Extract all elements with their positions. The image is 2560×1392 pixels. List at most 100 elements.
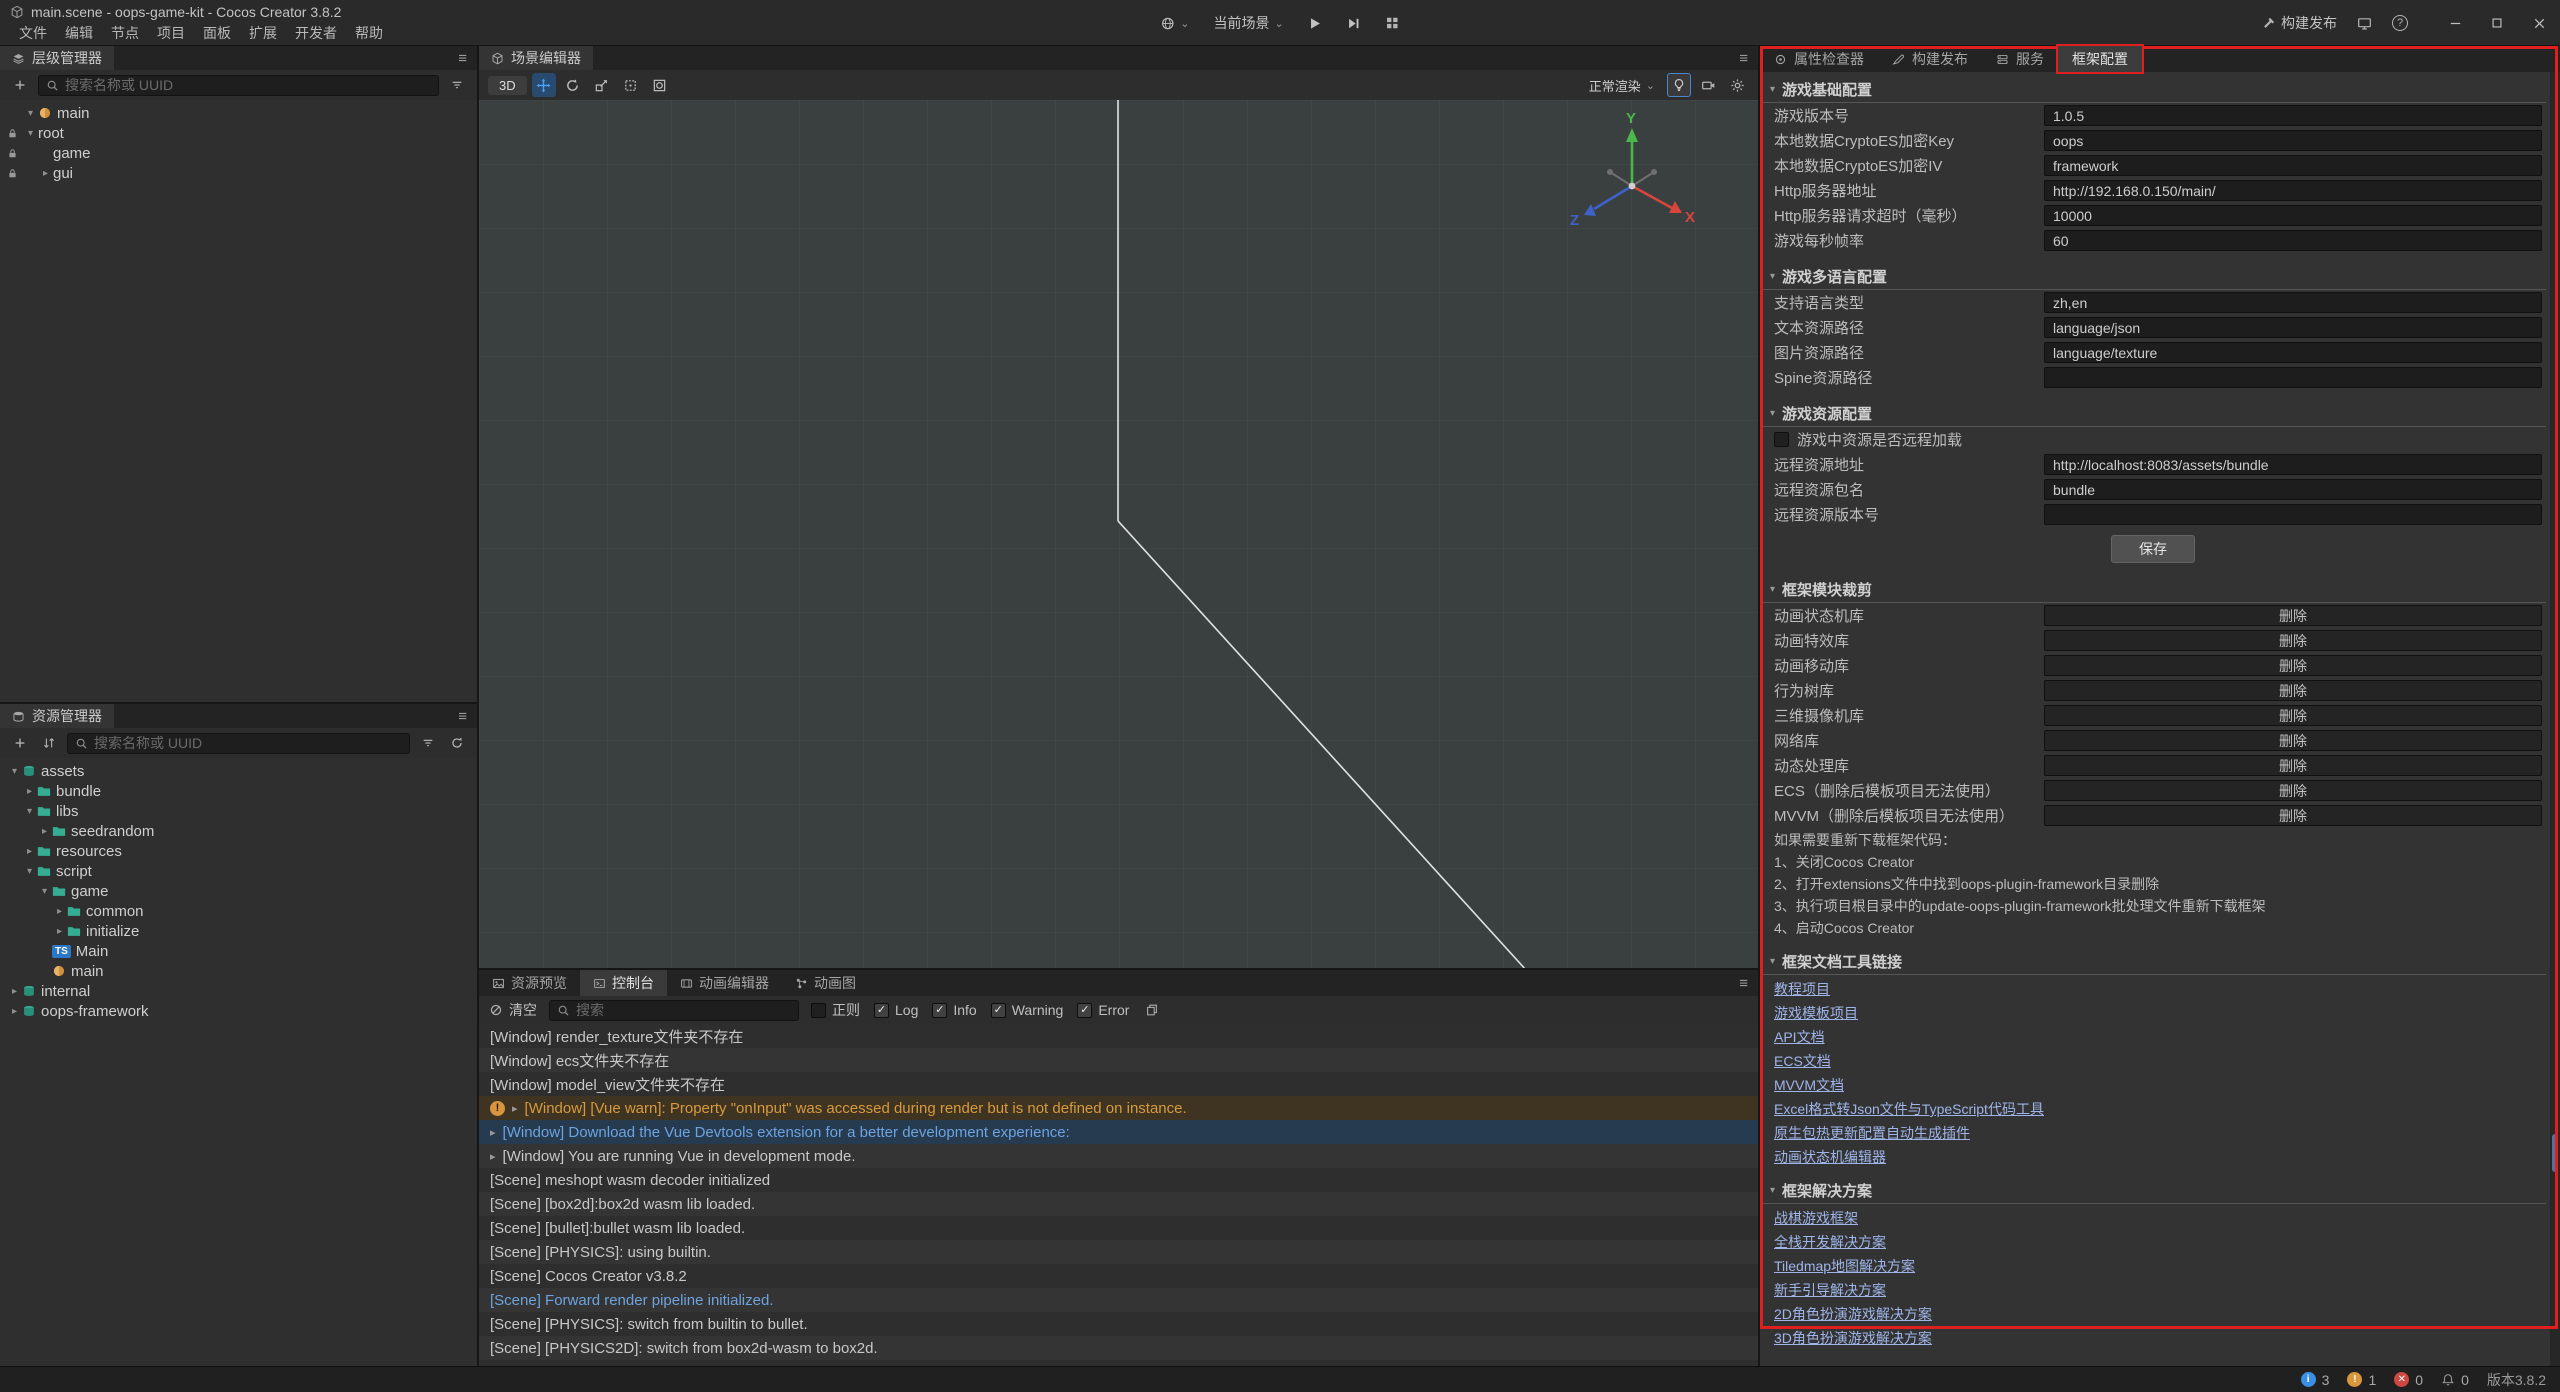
doc-link[interactable]: Excel格式转Json文件与TypeScript代码工具 [1760,1095,2546,1119]
tree-expand-arrow-icon[interactable]: ▾ [37,886,52,897]
property-input[interactable] [2044,205,2542,226]
tree-expand-arrow-icon[interactable]: ▸ [22,786,37,797]
log-row[interactable]: [Scene] Forward render pipeline initiali… [479,1288,1758,1312]
dimension-toggle-button[interactable]: 3D [488,76,527,95]
expand-arrow-icon[interactable]: ▸ [512,1102,518,1115]
inspector-tab[interactable]: 框架配置 [2058,46,2142,72]
filter-icon[interactable] [446,74,468,96]
section-header[interactable]: ▾框架模块裁剪 [1760,577,2546,603]
log-row[interactable]: [Window] render_texture文件夹不存在 [479,1024,1758,1048]
panel-menu-icon[interactable]: ≡ [1729,46,1758,70]
assets-search-input[interactable] [94,735,402,751]
play-button[interactable] [1302,13,1329,34]
scrollbar-thumb[interactable] [2552,1134,2558,1172]
minimize-button[interactable] [2434,0,2476,46]
tree-row[interactable]: game [0,143,477,163]
copy-log-icon[interactable] [1141,999,1163,1021]
preview-window-button[interactable] [2351,13,2378,34]
property-input[interactable] [2044,130,2542,151]
doc-link[interactable]: Tiledmap地图解决方案 [1760,1252,2546,1276]
move-tool-button[interactable] [532,73,556,97]
layout-grid-button[interactable] [1380,13,1406,33]
log-row[interactable]: [Scene] Cocos Creator v3.8.2 [479,1264,1758,1288]
scene-camera-button[interactable] [1696,73,1720,97]
tree-expand-arrow-icon[interactable]: ▸ [38,168,53,179]
refresh-icon[interactable] [446,732,468,754]
tree-expand-arrow-icon[interactable]: ▸ [7,986,22,997]
log-row[interactable]: [Scene] [PHYSICS2D]: switch from box2d-w… [479,1336,1758,1360]
log-row[interactable]: [Window] model_view文件夹不存在 [479,1072,1758,1096]
filter-icon[interactable] [417,732,439,754]
log-row[interactable]: [Scene] meshopt wasm decoder initialized [479,1168,1758,1192]
doc-link[interactable]: 3D角色扮演游戏解决方案 [1760,1324,2546,1348]
tab-assets[interactable]: 资源管理器 [0,704,114,728]
section-header[interactable]: ▾游戏基础配置 [1760,77,2546,103]
console-tab[interactable]: 控制台 [580,970,667,996]
scene-settings-button[interactable] [1725,73,1749,97]
delete-button[interactable]: 删除 [2044,780,2542,801]
console-info-counter[interactable]: i 3 [2301,1372,2330,1388]
console-filter[interactable]: ✓Log [874,1002,918,1018]
delete-button[interactable]: 删除 [2044,680,2542,701]
property-input[interactable] [2044,367,2542,388]
property-input[interactable] [2044,317,2542,338]
tree-row[interactable]: ▸resources [0,841,477,861]
section-header[interactable]: ▾游戏资源配置 [1760,401,2546,427]
doc-link[interactable]: 动画状态机编辑器 [1760,1143,2546,1167]
create-asset-button[interactable] [9,732,31,754]
tree-expand-arrow-icon[interactable]: ▾ [7,766,22,777]
menu-item[interactable]: 面板 [194,22,240,44]
console-tab[interactable]: 动画图 [782,970,869,996]
tree-expand-arrow-icon[interactable]: ▸ [22,846,37,857]
panel-menu-icon[interactable]: ≡ [448,46,477,70]
checkbox[interactable] [811,1003,826,1018]
panel-menu-icon[interactable]: ≡ [1729,970,1758,996]
panel-menu-icon[interactable]: ≡ [448,704,477,728]
doc-link[interactable]: 原生包热更新配置自动生成插件 [1760,1119,2546,1143]
menu-item[interactable]: 节点 [102,22,148,44]
tree-expand-arrow-icon[interactable]: ▸ [37,826,52,837]
tree-row[interactable]: ▸gui [0,163,477,183]
delete-button[interactable]: 删除 [2044,630,2542,651]
help-button[interactable]: ? [2386,12,2414,34]
log-row[interactable]: [Scene] [PHYSICS]: using builtin. [479,1240,1758,1264]
log-row[interactable]: !▸[Window] [Vue warn]: Property "onInput… [479,1096,1758,1120]
log-row[interactable]: [Scene] [PHYSICS]: switch from builtin t… [479,1312,1758,1336]
scene-select[interactable]: 当前场景 ⌄ [1208,10,1290,36]
hierarchy-search[interactable] [38,75,439,96]
inspector-tab[interactable]: 构建发布 [1878,46,1982,72]
sort-icon[interactable] [38,732,60,754]
tree-expand-arrow-icon[interactable]: ▾ [23,108,38,119]
transform-tool-button[interactable] [648,73,672,97]
menu-item[interactable]: 编辑 [56,22,102,44]
property-input[interactable] [2044,230,2542,251]
checkbox[interactable]: ✓ [991,1003,1006,1018]
tree-row[interactable]: ▾root [0,123,477,143]
tree-expand-arrow-icon[interactable]: ▾ [22,866,37,877]
doc-link[interactable]: 全栈开发解决方案 [1760,1228,2546,1252]
doc-link[interactable]: API文档 [1760,1023,2546,1047]
doc-link[interactable]: 游戏模板项目 [1760,999,2546,1023]
log-row[interactable]: [Scene] [bullet]:bullet wasm lib loaded. [479,1216,1758,1240]
menu-item[interactable]: 帮助 [346,22,392,44]
create-node-button[interactable] [9,74,31,96]
checkbox[interactable]: ✓ [874,1003,889,1018]
doc-link[interactable]: ECS文档 [1760,1047,2546,1071]
tree-row[interactable]: ▸oops-framework [0,1001,477,1021]
doc-link[interactable]: 教程项目 [1760,975,2546,999]
console-filter[interactable]: ✓Error [1077,1002,1129,1018]
delete-button[interactable]: 删除 [2044,655,2542,676]
console-filter[interactable]: ✓Info [932,1002,976,1018]
tree-expand-arrow-icon[interactable]: ▸ [7,1006,22,1017]
delete-button[interactable]: 删除 [2044,605,2542,626]
section-header[interactable]: ▾游戏多语言配置 [1760,264,2546,290]
delete-button[interactable]: 删除 [2044,755,2542,776]
delete-button[interactable]: 删除 [2044,705,2542,726]
console-tab[interactable]: 资源预览 [479,970,580,996]
menu-item[interactable]: 项目 [148,22,194,44]
scene-light-toggle[interactable] [1667,73,1691,97]
property-input[interactable] [2044,105,2542,126]
notification-counter[interactable]: 0 [2441,1372,2469,1388]
tree-row[interactable]: ▾game [0,881,477,901]
log-row[interactable]: [Scene] [box2d]:box2d wasm lib loaded. [479,1192,1758,1216]
